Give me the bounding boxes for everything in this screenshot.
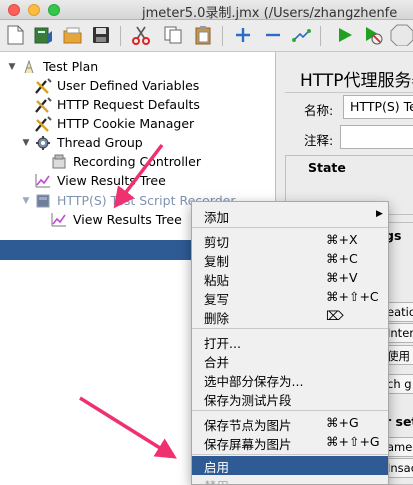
collapse-icon[interactable] bbox=[262, 24, 284, 46]
close-window-button[interactable] bbox=[8, 4, 20, 16]
context-menu: 添加 ▶ 剪切 ⌘+X 复制 ⌘+C 粘贴 ⌘+V 复写 ⌘+⇧+C 删除 ⌦ … bbox=[191, 201, 389, 485]
start-icon[interactable] bbox=[334, 24, 356, 46]
menu-item-enable[interactable]: 启用 bbox=[192, 456, 388, 475]
tree-item-http-cookie-manager[interactable]: HTTP Cookie Manager bbox=[34, 114, 194, 133]
wrench-icon bbox=[34, 77, 52, 94]
name-label: 名称: bbox=[304, 103, 334, 118]
menu-item-save-screen-as-image[interactable]: 保存屏幕为图片 ⌘+⇧+G bbox=[192, 433, 388, 452]
tree-item-http-request-defaults[interactable]: HTTP Request Defaults bbox=[34, 95, 200, 114]
set-heading-fragment: r set bbox=[385, 414, 413, 429]
paste-icon[interactable] bbox=[192, 24, 214, 46]
tree-item-view-results-tree[interactable]: View Results Tree bbox=[34, 171, 166, 190]
menu-item-save-as-test-fragment[interactable]: 保存为测试片段 bbox=[192, 389, 388, 408]
gear-icon bbox=[34, 135, 52, 151]
expand-arrow-icon[interactable]: ▼ bbox=[20, 196, 32, 206]
comment-input[interactable] bbox=[340, 125, 413, 149]
stop-icon[interactable] bbox=[390, 24, 413, 46]
menu-separator bbox=[192, 454, 388, 455]
cut-icon[interactable] bbox=[130, 24, 152, 46]
menu-item-merge[interactable]: 合并 bbox=[192, 351, 388, 370]
menu-separator bbox=[192, 410, 388, 411]
menu-item-open[interactable]: 打开... bbox=[192, 332, 388, 351]
save-icon[interactable] bbox=[90, 24, 112, 46]
new-icon[interactable] bbox=[4, 24, 26, 46]
minimize-window-button[interactable] bbox=[28, 4, 40, 16]
tree-item-thread-group[interactable]: ▼ Thread Group bbox=[20, 133, 143, 152]
menu-item-paste[interactable]: 粘贴 ⌘+V bbox=[192, 269, 388, 288]
submenu-arrow-icon: ▶ bbox=[376, 209, 383, 219]
chart-icon bbox=[50, 212, 68, 228]
expand-arrow-icon[interactable]: ▼ bbox=[6, 62, 18, 72]
panel-title: HTTP代理服务器 bbox=[300, 71, 413, 91]
copy-icon[interactable] bbox=[162, 24, 184, 46]
menu-separator bbox=[192, 328, 388, 329]
delete-key-icon: ⌦ bbox=[326, 308, 344, 323]
templates-icon[interactable] bbox=[32, 24, 54, 46]
expand-icon[interactable] bbox=[232, 24, 254, 46]
chart-icon bbox=[34, 173, 52, 189]
name-input[interactable]: HTTP(S) Te bbox=[343, 95, 413, 119]
recorder-icon bbox=[34, 193, 52, 209]
start-no-pause-icon[interactable] bbox=[362, 24, 384, 46]
test-plan-icon bbox=[20, 59, 38, 75]
toolbar-separator bbox=[222, 26, 223, 46]
toolbar bbox=[0, 20, 413, 52]
state-label: State bbox=[308, 160, 346, 175]
tree-item-recording-controller[interactable]: Recording Controller bbox=[50, 152, 201, 171]
wrench-icon bbox=[34, 115, 52, 132]
toggle-icon[interactable] bbox=[290, 24, 312, 46]
expand-arrow-icon[interactable]: ▼ bbox=[20, 138, 32, 148]
menu-item-copy[interactable]: 复制 ⌘+C bbox=[192, 250, 388, 269]
controller-icon bbox=[50, 154, 68, 170]
wrench-icon bbox=[34, 96, 52, 113]
comment-label: 注释: bbox=[304, 133, 334, 148]
title-divider bbox=[285, 92, 413, 93]
zoom-window-button[interactable] bbox=[48, 4, 60, 16]
menu-item-disable: 禁用 bbox=[192, 475, 388, 485]
menu-separator bbox=[192, 227, 388, 228]
menu-item-cut[interactable]: 剪切 ⌘+X bbox=[192, 231, 388, 250]
menu-item-save-selection-as[interactable]: 选中部分保存为... bbox=[192, 370, 388, 389]
open-icon[interactable] bbox=[62, 24, 84, 46]
title-bar: jmeter5.0录制.jmx (/Users/zhangzhenfe bbox=[0, 0, 413, 21]
menu-item-add[interactable]: 添加 ▶ bbox=[192, 206, 388, 225]
tree-item-user-defined-variables[interactable]: User Defined Variables bbox=[34, 76, 199, 95]
window-title: jmeter5.0录制.jmx (/Users/zhangzhenfe bbox=[142, 6, 398, 21]
menu-item-duplicate[interactable]: 复写 ⌘+⇧+C bbox=[192, 288, 388, 307]
tree-item-view-results-tree-2[interactable]: View Results Tree bbox=[50, 210, 182, 229]
menu-item-delete[interactable]: 删除 ⌦ bbox=[192, 307, 388, 326]
toolbar-separator bbox=[120, 26, 121, 46]
toolbar-separator bbox=[320, 26, 321, 46]
tree-item-test-plan[interactable]: ▼ Test Plan bbox=[6, 57, 99, 76]
menu-item-save-node-as-image[interactable]: 保存节点为图片 ⌘+G bbox=[192, 414, 388, 433]
